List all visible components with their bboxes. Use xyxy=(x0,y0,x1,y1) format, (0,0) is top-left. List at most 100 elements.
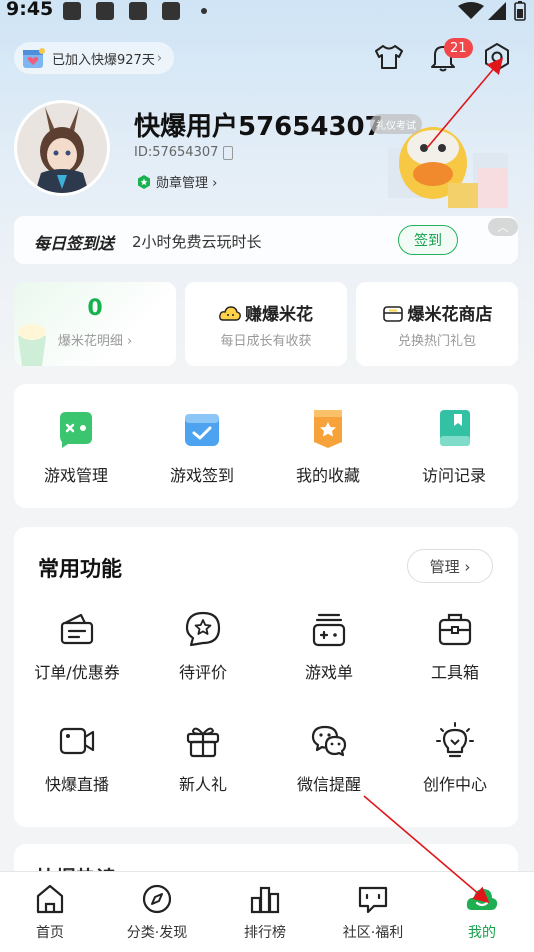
quick-visit-history-label: 访问记录 xyxy=(421,466,486,485)
quick-visit-history[interactable]: 访问记录 xyxy=(394,406,514,486)
earn-popcorn-title: 赚爆米花 xyxy=(185,300,347,325)
calendar-heart-icon xyxy=(23,48,45,68)
quick-game-management-label: 游戏管理 xyxy=(43,466,108,485)
wechat-icon xyxy=(311,725,347,757)
manage-button[interactable]: 管理 › xyxy=(407,549,493,583)
wifi-icon xyxy=(458,2,484,19)
history-book-icon xyxy=(440,410,470,446)
username: 快爆用户57654307 xyxy=(134,112,383,142)
func-toolbox-label: 工具箱 xyxy=(430,663,479,682)
app-notification-icon xyxy=(129,2,147,20)
func-pending-reviews-label: 待评价 xyxy=(178,663,227,682)
func-creator-center-label: 创作中心 xyxy=(422,775,487,794)
phone-icon xyxy=(223,146,233,160)
popcorn-shop-label: 爆米花商店 xyxy=(407,305,493,325)
func-orders-coupons-label: 订单/优惠券 xyxy=(34,663,120,682)
quick-access-card: 游戏管理 游戏签到 我的收藏 访问记录 xyxy=(14,384,518,508)
font-notification-icon xyxy=(162,2,180,20)
gift-icon xyxy=(186,727,220,758)
star-bookmark-icon xyxy=(314,410,342,448)
func-pending-reviews[interactable]: 待评价 xyxy=(140,609,266,683)
coupon-icon xyxy=(60,613,94,645)
earn-popcorn-sub: 每日成长有收获 xyxy=(220,334,312,349)
func-wechat-reminder-label: 微信提醒 xyxy=(296,775,361,794)
home-icon xyxy=(36,884,64,914)
joined-days-text: 已加入快爆927天 xyxy=(52,52,155,68)
lightbulb-icon xyxy=(436,722,474,758)
nav-rankings[interactable]: 排行榜 xyxy=(220,882,310,942)
status-time: 9:45 xyxy=(6,0,54,20)
avatar[interactable] xyxy=(14,100,110,196)
quick-game-checkin[interactable]: 游戏签到 xyxy=(142,406,262,486)
func-live-stream-label: 快爆直播 xyxy=(44,775,109,794)
popcorn-detail-link: 爆米花明细 › xyxy=(57,334,133,349)
live-camera-icon xyxy=(59,727,95,755)
func-toolbox[interactable]: 工具箱 xyxy=(392,609,518,683)
common-functions-title: 常用功能 xyxy=(38,557,122,581)
nav-mine-label: 我的 xyxy=(468,925,496,941)
app-notification-icon xyxy=(96,2,114,20)
title-tag[interactable]: 礼仪考试 xyxy=(370,114,422,134)
popcorn-shop-sub: 兑换热门礼包 xyxy=(397,334,476,349)
joined-days-pill[interactable]: 已加入快爆927天 › xyxy=(14,42,174,74)
nav-community-welfare[interactable]: 社区·福利 xyxy=(328,882,418,942)
common-functions-card: 常用功能 管理 › 订单/优惠券 待评价 游戏单 工具箱 快爆直播 新人礼 微信… xyxy=(14,527,518,827)
earn-popcorn-label: 赚爆米花 xyxy=(245,305,313,325)
badge-hex-icon xyxy=(138,174,150,189)
review-star-icon xyxy=(185,611,221,647)
func-orders-coupons[interactable]: 订单/优惠券 xyxy=(14,609,140,683)
func-live-stream[interactable]: 快爆直播 xyxy=(14,721,140,795)
func-wechat-reminder[interactable]: 微信提醒 xyxy=(266,721,392,795)
earn-popcorn-card[interactable]: 赚爆米花 每日成长有收获 xyxy=(185,282,347,366)
popcorn-balance-card[interactable]: 0 爆米花明细 › xyxy=(14,282,176,366)
user-id: ID:57654307 xyxy=(134,145,219,160)
quick-my-favorites-label: 我的收藏 xyxy=(295,466,360,485)
gamepad-icon xyxy=(60,412,92,448)
popcorn-balance-value: 0 xyxy=(87,296,103,321)
quick-my-favorites[interactable]: 我的收藏 xyxy=(268,406,388,486)
bottom-navigation: 首页 分类·发现 排行榜 社区·福利 我的 xyxy=(0,871,534,952)
avatar-image xyxy=(17,103,107,193)
badge-management-link[interactable]: 勋章管理 › xyxy=(136,172,217,191)
image-notification-icon xyxy=(63,2,81,20)
func-game-list[interactable]: 游戏单 xyxy=(266,609,392,683)
more-notifications-dot xyxy=(201,8,207,14)
func-game-list-label: 游戏单 xyxy=(304,663,353,682)
nav-category-discover-label: 分类·发现 xyxy=(126,925,188,941)
popcorn-shop-title: 爆米花商店 xyxy=(356,300,518,325)
popcorn-shop-card[interactable]: 爆米花商店 兑换热门礼包 xyxy=(356,282,518,366)
battery-icon xyxy=(514,1,526,21)
game-list-icon xyxy=(312,613,346,647)
nav-category-discover[interactable]: 分类·发现 xyxy=(112,882,202,942)
popcorn-cloud-icon xyxy=(219,306,241,321)
chevron-right-icon: › xyxy=(156,50,163,66)
signin-button[interactable]: 签到 xyxy=(398,225,458,255)
func-creator-center[interactable]: 创作中心 xyxy=(392,721,518,795)
nav-rankings-label: 排行榜 xyxy=(244,925,286,941)
settings-icon[interactable] xyxy=(480,40,514,74)
checkin-icon xyxy=(185,414,219,446)
status-bar: 9:45 xyxy=(0,0,534,24)
nav-home[interactable]: 首页 xyxy=(5,882,95,942)
signin-title: 每日签到送 xyxy=(34,234,115,253)
collapse-up-icon[interactable]: ︿ xyxy=(488,218,518,236)
profile-cloud-icon xyxy=(466,889,498,910)
func-newcomer-gift-label: 新人礼 xyxy=(178,775,227,794)
skin-tshirt-icon[interactable] xyxy=(372,40,406,74)
compass-icon xyxy=(142,884,172,914)
community-icon xyxy=(358,886,388,914)
quick-game-management[interactable]: 游戏管理 xyxy=(16,406,136,486)
daily-signin-card[interactable]: 每日签到送 2小时免费云玩时长 签到 xyxy=(14,216,518,264)
signin-description: 2小时免费云玩时长 xyxy=(132,233,262,251)
func-newcomer-gift[interactable]: 新人礼 xyxy=(140,721,266,795)
badge-management-label: 勋章管理 › xyxy=(156,176,218,191)
signal-icon xyxy=(488,2,506,20)
nav-community-welfare-label: 社区·福利 xyxy=(342,925,404,941)
notification-count-badge: 21 xyxy=(444,38,473,58)
quick-game-checkin-label: 游戏签到 xyxy=(169,466,234,485)
shop-icon xyxy=(382,306,403,322)
nav-mine[interactable]: 我的 xyxy=(437,882,527,942)
ranking-icon xyxy=(250,886,280,914)
toolbox-icon xyxy=(438,613,472,646)
nav-home-label: 首页 xyxy=(36,925,64,941)
